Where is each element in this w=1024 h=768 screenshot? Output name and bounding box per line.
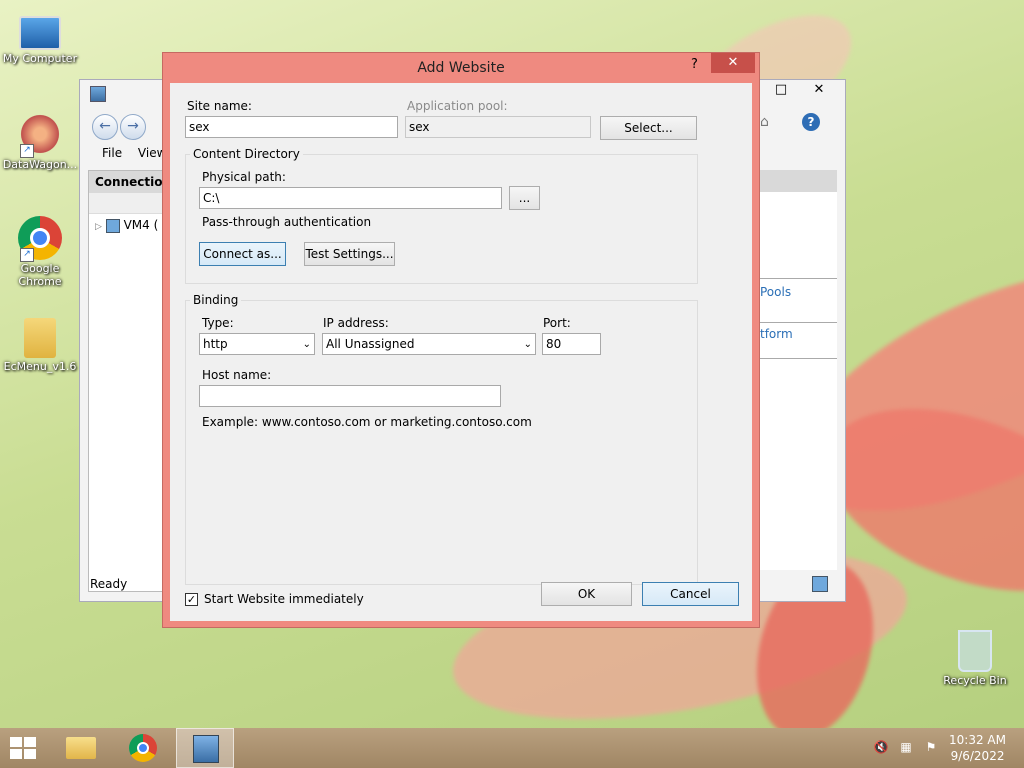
action-center-flag-icon[interactable]: ⚑ <box>923 740 939 756</box>
taskbar-file-explorer[interactable] <box>52 728 110 768</box>
help-icon[interactable]: ? <box>802 113 820 131</box>
desktop-icon-label: Google Chrome <box>18 262 62 288</box>
ip-address-select[interactable]: All Unassigned ⌄ <box>322 333 536 355</box>
network-icon[interactable]: ▦ <box>898 740 914 756</box>
site-name-input[interactable]: sex <box>185 116 398 138</box>
status-server-icon <box>812 576 828 592</box>
help-icon[interactable]: ? <box>691 57 698 72</box>
divider <box>760 322 837 323</box>
folder-icon <box>24 318 56 358</box>
shortcut-arrow-icon: ↗ <box>20 248 34 262</box>
dialog-title: Add Website <box>417 60 505 76</box>
select-button[interactable]: Select... <box>600 116 697 140</box>
ip-address-select-value: All Unassigned <box>326 337 415 351</box>
action-link-platform[interactable]: tform <box>760 327 793 341</box>
divider <box>760 358 837 359</box>
ok-button[interactable]: OK <box>541 582 632 606</box>
taskbar-iis-manager[interactable] <box>176 728 234 768</box>
type-label: Type: <box>202 316 234 330</box>
shortcut-arrow-icon: ↗ <box>20 144 34 158</box>
forward-icon[interactable]: → <box>120 114 146 140</box>
home-icon[interactable]: ⌂ <box>760 114 776 130</box>
chevron-down-icon: ⌄ <box>523 339 532 350</box>
volume-muted-icon[interactable]: 🔇 <box>873 740 889 756</box>
add-website-dialog: Add Website ? ✕ Site name: sex Applicati… <box>162 52 760 628</box>
passthrough-label: Pass-through authentication <box>202 215 372 229</box>
windows-start-icon[interactable] <box>10 737 38 759</box>
iis-app-icon <box>193 735 219 763</box>
menu-item-file[interactable]: File <box>102 146 122 160</box>
desktop-icon-label: Recycle Bin <box>943 674 1007 687</box>
content-directory-title: Content Directory <box>190 147 303 161</box>
maximize-icon[interactable]: □ <box>764 80 798 100</box>
app-pool-input: sex <box>405 116 591 138</box>
desktop-icon-ecmenu[interactable]: EcMenu_v1.6 <box>0 318 80 373</box>
desktop-icon-label: EcMenu_v1.6 <box>3 360 77 373</box>
chevron-down-icon: ⌄ <box>302 339 311 350</box>
recycle-bin-icon <box>958 630 992 672</box>
taskbar: 🔇 ▦ ⚑ 10:32 AM 9/6/2022 <box>0 728 1024 768</box>
computer-icon <box>19 16 61 50</box>
test-settings-button[interactable]: Test Settings... <box>304 242 395 266</box>
browse-button[interactable]: ... <box>509 186 540 210</box>
tree-item-server[interactable]: ▷ VM4 ( <box>89 214 169 237</box>
folder-icon <box>66 737 96 759</box>
status-text: Ready <box>90 577 128 591</box>
divider <box>760 278 837 279</box>
connect-as-button[interactable]: Connect as... <box>199 242 286 266</box>
desktop-icon-label: My Computer <box>2 52 78 65</box>
actions-panel: Pools tform <box>760 170 837 570</box>
close-icon[interactable]: ✕ <box>802 80 836 100</box>
start-website-label: Start Website immediately <box>204 592 364 606</box>
desktop-icon-recycle-bin[interactable]: Recycle Bin <box>935 630 1015 687</box>
physical-path-input[interactable]: C:\ <box>199 187 502 209</box>
dialog-body: Site name: sex Application pool: sex Sel… <box>170 83 752 621</box>
app-pool-label: Application pool: <box>407 99 508 113</box>
clock-date: 9/6/2022 <box>950 749 1005 763</box>
action-link-pools[interactable]: Pools <box>760 285 791 299</box>
datawagon-icon: ↗ <box>18 112 62 158</box>
connections-panel: Connections ▷ VM4 ( <box>88 170 170 592</box>
port-label: Port: <box>543 316 571 330</box>
close-icon[interactable]: ✕ <box>711 53 755 73</box>
server-icon <box>105 218 120 233</box>
iis-app-icon <box>90 86 106 102</box>
tree-item-label: VM4 ( <box>123 218 159 232</box>
actions-header <box>760 170 837 192</box>
connections-toolbar <box>89 193 169 214</box>
ip-address-label: IP address: <box>323 316 389 330</box>
chrome-icon: ↗ <box>18 216 62 262</box>
start-website-checkbox[interactable]: ✓ <box>185 593 198 606</box>
desktop-icon-datawagon[interactable]: ↗ DataWagon... <box>0 112 80 171</box>
type-select[interactable]: http ⌄ <box>199 333 315 355</box>
host-name-label: Host name: <box>202 368 272 382</box>
back-icon[interactable]: ← <box>92 114 118 140</box>
physical-path-label: Physical path: <box>202 170 286 184</box>
port-input[interactable]: 80 <box>542 333 601 355</box>
host-name-example: Example: www.contoso.com or marketing.co… <box>202 415 532 429</box>
taskbar-chrome[interactable] <box>114 728 172 768</box>
chrome-icon <box>129 734 157 762</box>
expand-arrow-icon[interactable]: ▷ <box>95 222 102 232</box>
binding-title: Binding <box>190 293 242 307</box>
site-name-label: Site name: <box>187 99 252 113</box>
system-clock[interactable]: 10:32 AM 9/6/2022 <box>949 732 1006 764</box>
connections-header: Connections <box>89 171 169 193</box>
cancel-button[interactable]: Cancel <box>642 582 739 606</box>
clock-time: 10:32 AM <box>949 733 1006 747</box>
desktop-icon-chrome[interactable]: ↗ Google Chrome <box>0 216 80 288</box>
desktop-icon-my-computer[interactable]: My Computer <box>0 10 80 65</box>
type-select-value: http <box>203 337 228 351</box>
host-name-input[interactable] <box>199 385 501 407</box>
desktop-icon-label: DataWagon... <box>2 158 78 171</box>
